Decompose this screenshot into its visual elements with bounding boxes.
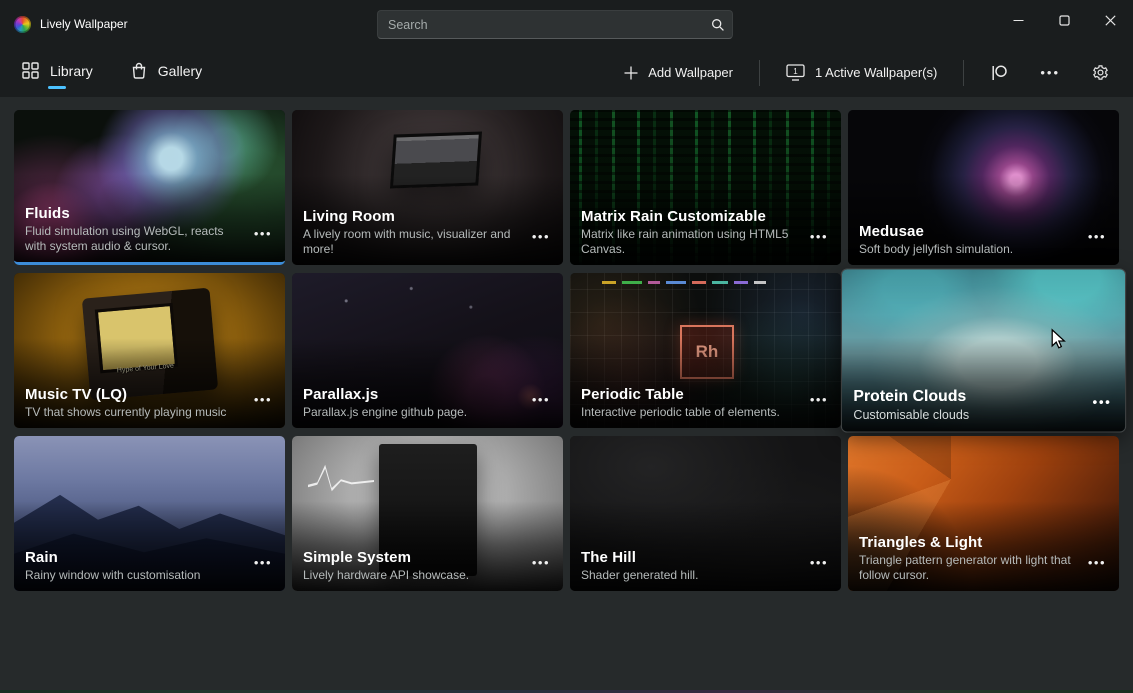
settings-button[interactable] bbox=[1080, 57, 1121, 88]
wallpaper-title: Matrix Rain Customizable bbox=[581, 208, 797, 225]
wallpaper-meta: Protein Clouds Customisable clouds bbox=[853, 388, 1079, 424]
wallpaper-meta: Medusae Soft body jellyfish simulation. bbox=[859, 223, 1075, 258]
wallpaper-meta: The Hill Shader generated hill. bbox=[581, 549, 797, 584]
tab-library[interactable]: Library bbox=[20, 52, 95, 93]
wallpaper-meta: Matrix Rain Customizable Matrix like rai… bbox=[581, 208, 797, 258]
search-box[interactable] bbox=[377, 10, 733, 39]
wallpaper-card-protein[interactable]: Protein Clouds Customisable clouds ••• bbox=[842, 270, 1125, 432]
wallpaper-title: The Hill bbox=[581, 549, 797, 566]
wallpaper-description: Soft body jellyfish simulation. bbox=[859, 242, 1075, 258]
wallpaper-meta: Rain Rainy window with customisation bbox=[25, 549, 241, 584]
more-options-button[interactable]: ••• bbox=[1028, 59, 1072, 86]
tab-library-label: Library bbox=[50, 63, 93, 79]
active-tab-indicator bbox=[48, 86, 66, 89]
wallpaper-meta: Triangles & Light Triangle pattern gener… bbox=[859, 534, 1075, 584]
wallpaper-meta: Periodic Table Interactive periodic tabl… bbox=[581, 386, 797, 421]
wallpaper-title: Parallax.js bbox=[303, 386, 519, 403]
app-identity: Lively Wallpaper bbox=[0, 16, 128, 33]
wallpaper-title: Music TV (LQ) bbox=[25, 386, 241, 403]
wallpaper-menu-button[interactable]: ••• bbox=[1093, 395, 1112, 409]
library-content: Fluids Fluid simulation using WebGL, rea… bbox=[0, 97, 1133, 591]
wallpaper-title: Protein Clouds bbox=[853, 388, 1079, 406]
add-wallpaper-button[interactable]: Add Wallpaper bbox=[612, 58, 745, 87]
wallpaper-menu-button[interactable]: ••• bbox=[1088, 556, 1106, 569]
tab-gallery[interactable]: Gallery bbox=[129, 52, 204, 93]
active-wallpapers-label: 1 Active Wallpaper(s) bbox=[815, 65, 937, 80]
wallpaper-description: TV that shows currently playing music bbox=[25, 405, 241, 421]
search-input[interactable] bbox=[378, 18, 704, 32]
wallpaper-title: Triangles & Light bbox=[859, 534, 1075, 551]
library-grid-icon bbox=[22, 62, 39, 79]
wallpaper-card-the-hill[interactable]: The Hill Shader generated hill. ••• bbox=[570, 436, 841, 591]
wallpaper-card-living-room[interactable]: Living Room A lively room with music, vi… bbox=[292, 110, 563, 265]
wallpaper-card-periodic[interactable]: Rh Periodic Table Interactive periodic t… bbox=[570, 273, 841, 428]
maximize-button[interactable] bbox=[1041, 0, 1087, 40]
wallpaper-menu-button[interactable]: ••• bbox=[254, 227, 272, 240]
wallpaper-description: Matrix like rain animation using HTML5 C… bbox=[581, 227, 797, 258]
plus-icon bbox=[624, 66, 638, 80]
wallpaper-menu-button[interactable]: ••• bbox=[254, 556, 272, 569]
wallpaper-menu-button[interactable]: ••• bbox=[532, 556, 550, 569]
divider bbox=[963, 60, 964, 86]
wallpaper-description: A lively room with music, visualizer and… bbox=[303, 227, 519, 258]
window-controls bbox=[995, 0, 1133, 40]
wallpaper-description: Interactive periodic table of elements. bbox=[581, 405, 797, 421]
wallpaper-menu-button[interactable]: ••• bbox=[532, 393, 550, 406]
wallpaper-title: Simple System bbox=[303, 549, 519, 566]
wallpaper-description: Parallax.js engine github page. bbox=[303, 405, 519, 421]
active-wallpapers-button[interactable]: 1 1 Active Wallpaper(s) bbox=[774, 57, 949, 88]
wallpaper-meta: Living Room A lively room with music, vi… bbox=[303, 208, 519, 258]
wallpaper-card-medusae[interactable]: Medusae Soft body jellyfish simulation. … bbox=[848, 110, 1119, 265]
wallpaper-description: Rainy window with customisation bbox=[25, 568, 241, 584]
wallpaper-menu-button[interactable]: ••• bbox=[1088, 230, 1106, 243]
wallpaper-meta: Parallax.js Parallax.js engine github pa… bbox=[303, 386, 519, 421]
support-patreon-button[interactable] bbox=[978, 57, 1020, 89]
titlebar: Lively Wallpaper bbox=[0, 0, 1133, 48]
wallpaper-card-music-tv[interactable]: Hype of Your Love Music TV (LQ) TV that … bbox=[14, 273, 285, 428]
navigation-bar: Library Gallery Add Wallpaper bbox=[0, 48, 1133, 97]
wallpaper-menu-button[interactable]: ••• bbox=[254, 393, 272, 406]
wallpaper-description: Customisable clouds bbox=[853, 408, 1079, 424]
wallpaper-meta: Simple System Lively hardware API showca… bbox=[303, 549, 519, 584]
wallpaper-menu-button[interactable]: ••• bbox=[810, 556, 828, 569]
nav-tabs: Library Gallery bbox=[20, 52, 204, 93]
monitor-count: 1 bbox=[793, 67, 798, 76]
nav-actions: Add Wallpaper 1 1 Active Wallpaper(s) bbox=[612, 57, 1121, 89]
search-icon[interactable] bbox=[704, 18, 732, 32]
wallpaper-grid: Fluids Fluid simulation using WebGL, rea… bbox=[14, 110, 1119, 591]
add-wallpaper-label: Add Wallpaper bbox=[648, 65, 733, 80]
wallpaper-description: Shader generated hill. bbox=[581, 568, 797, 584]
wallpaper-description: Triangle pattern generator with light th… bbox=[859, 553, 1075, 584]
wallpaper-card-parallax[interactable]: Parallax.js Parallax.js engine github pa… bbox=[292, 273, 563, 428]
wallpaper-menu-button[interactable]: ••• bbox=[810, 393, 828, 406]
gear-icon bbox=[1092, 64, 1109, 81]
divider bbox=[759, 60, 760, 86]
wallpaper-title: Living Room bbox=[303, 208, 519, 225]
wallpaper-description: Lively hardware API showcase. bbox=[303, 568, 519, 584]
wallpaper-title: Periodic Table bbox=[581, 386, 797, 403]
ellipsis-icon: ••• bbox=[1040, 66, 1060, 79]
monitor-icon: 1 bbox=[786, 64, 805, 81]
wallpaper-meta: Fluids Fluid simulation using WebGL, rea… bbox=[25, 205, 241, 255]
gallery-bag-icon bbox=[131, 62, 147, 79]
wallpaper-title: Fluids bbox=[25, 205, 241, 222]
app-title: Lively Wallpaper bbox=[40, 17, 128, 31]
wallpaper-title: Rain bbox=[25, 549, 241, 566]
wallpaper-card-rain[interactable]: Rain Rainy window with customisation ••• bbox=[14, 436, 285, 591]
wallpaper-menu-button[interactable]: ••• bbox=[532, 230, 550, 243]
close-button[interactable] bbox=[1087, 0, 1133, 40]
minimize-button[interactable] bbox=[995, 0, 1041, 40]
wallpaper-menu-button[interactable]: ••• bbox=[810, 230, 828, 243]
wallpaper-meta: Music TV (LQ) TV that shows currently pl… bbox=[25, 386, 241, 421]
wallpaper-card-simple-system[interactable]: Simple System Lively hardware API showca… bbox=[292, 436, 563, 591]
wallpaper-description: Fluid simulation using WebGL, reacts wit… bbox=[25, 224, 241, 255]
patreon-icon bbox=[990, 64, 1008, 82]
tab-gallery-label: Gallery bbox=[158, 63, 202, 79]
lively-logo-icon bbox=[14, 16, 31, 33]
wallpaper-title: Medusae bbox=[859, 223, 1075, 240]
wallpaper-card-fluids[interactable]: Fluids Fluid simulation using WebGL, rea… bbox=[14, 110, 285, 265]
wallpaper-card-triangles[interactable]: Triangles & Light Triangle pattern gener… bbox=[848, 436, 1119, 591]
wallpaper-card-matrix[interactable]: Matrix Rain Customizable Matrix like rai… bbox=[570, 110, 841, 265]
